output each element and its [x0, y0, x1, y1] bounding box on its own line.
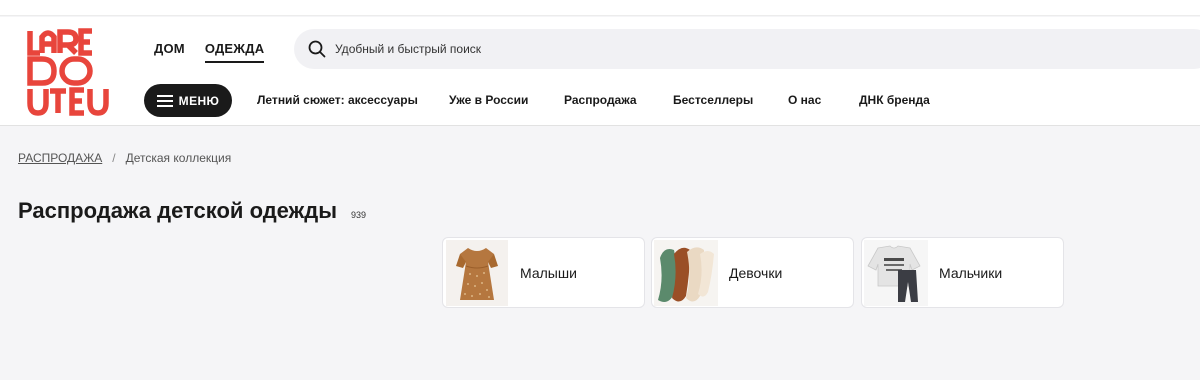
nav-item-brand-dna[interactable]: ДНК бренда [859, 93, 930, 107]
category-label: Мальчики [939, 264, 1003, 281]
category-thumb [652, 238, 720, 307]
breadcrumb: РАСПРОДАЖА / Детская коллекция [18, 151, 231, 165]
page-title: Распродажа детской одежды [18, 198, 337, 223]
nav-item-about[interactable]: О нас [788, 93, 821, 107]
product-count: 939 [350, 210, 367, 220]
universe-switcher: ДОМ ОДЕЖДА [154, 41, 265, 63]
main-nav: Летний сюжет: аксессуары Уже в России Ра… [0, 93, 1200, 111]
page-heading: Распродажа детской одежды 939 [18, 198, 366, 224]
nav-item-sale[interactable]: Распродажа [564, 93, 637, 107]
category-label: Малыши [520, 264, 577, 281]
search-icon[interactable] [308, 40, 326, 58]
nav-item-now-in-russia[interactable]: Уже в России [449, 93, 528, 107]
category-card-babies[interactable]: Малыши [442, 237, 645, 308]
breadcrumb-separator: / [112, 151, 116, 165]
nav-item-bestsellers[interactable]: Бестселлеры [673, 93, 753, 107]
baby-dress-icon [446, 239, 508, 306]
boys-outfit-icon [864, 239, 928, 306]
site-header: ДОМ ОДЕЖДА МЕНЮ Летний сюжет: аксессуары… [0, 17, 1200, 126]
category-card-boys[interactable]: Мальчики [861, 237, 1064, 308]
category-card-girls[interactable]: Девочки [651, 237, 854, 308]
breadcrumb-current: Детская коллекция [125, 151, 232, 165]
girls-tights-icon [654, 239, 718, 306]
category-thumb [443, 238, 511, 307]
nav-item-summer-accessories[interactable]: Летний сюжет: аксессуары [257, 93, 418, 107]
search-bar[interactable] [294, 29, 1200, 69]
search-input[interactable] [335, 42, 935, 56]
universe-dom[interactable]: ДОМ [154, 41, 185, 63]
category-label: Девочки [729, 264, 783, 281]
category-thumb [862, 238, 930, 307]
universe-odezhda[interactable]: ОДЕЖДА [204, 41, 265, 63]
top-strip [0, 0, 1200, 16]
breadcrumb-root[interactable]: РАСПРОДАЖА [18, 151, 102, 165]
